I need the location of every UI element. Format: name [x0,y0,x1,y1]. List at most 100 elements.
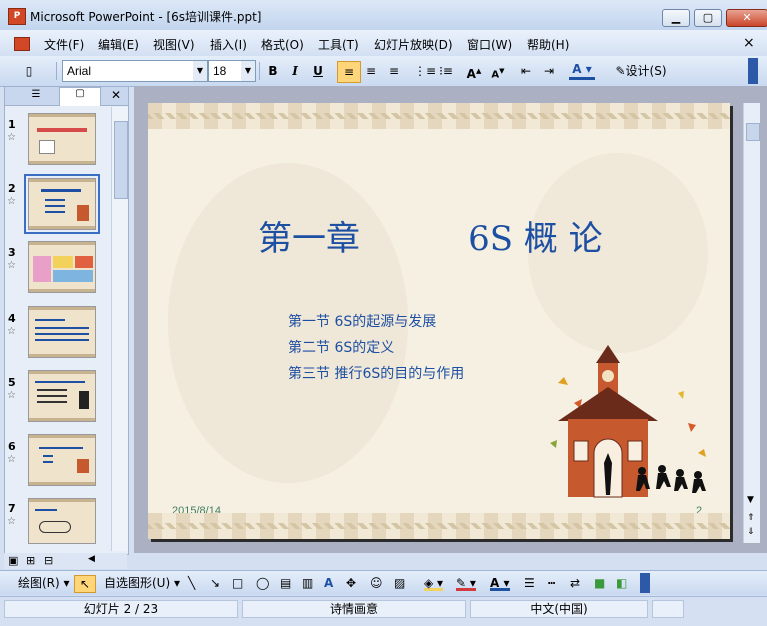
insert-picture-icon[interactable]: ▨ [394,575,405,591]
rectangle-icon[interactable]: □ [232,575,243,591]
align-left-button[interactable]: ≡ [337,61,361,83]
powerpoint-app-icon[interactable]: P [8,8,26,25]
slide-thumbnail-3[interactable] [28,241,96,293]
menu-format[interactable]: 格式(O) [261,36,304,53]
slide-thumbnail-7[interactable] [28,498,96,544]
previous-slide-icon[interactable]: ⇑ [747,513,755,523]
minimize-button[interactable]: ▁ [662,9,690,27]
font-name-value: Arial [67,64,92,78]
slide-canvas[interactable]: 第一章 6S 概 论 第一节 6S的起源与发展 第二节 6S的定义 第三节 推行… [148,103,730,539]
fill-color-icon[interactable]: ◈ ▾ [424,575,444,591]
close-document-button[interactable]: × [743,35,755,51]
menu-window[interactable]: 窗口(W) [467,36,512,53]
scroll-thumb[interactable] [114,121,128,199]
vertical-text-box-icon[interactable]: ▥ [302,575,313,591]
arrow-style-icon[interactable]: ⇄ [570,575,580,591]
bullets-button[interactable]: ⁝≡ [437,61,455,81]
chevron-down-icon[interactable]: ▼ [241,61,255,81]
view-buttons: ▣ ⊞ ⊟ ◀ [4,553,127,569]
animation-star-icon: ☆ [7,132,16,143]
toolbar-options-icon[interactable] [640,573,650,593]
menu-edit[interactable]: 编辑(E) [98,36,139,53]
dash-style-icon[interactable]: ┅ [548,575,555,591]
clip-art-icon[interactable]: ☺ [370,575,383,591]
slide-sorter-view-icon[interactable]: ⊞ [26,554,35,567]
slide-bottom-border-pattern [148,513,730,539]
status-bar: 幻灯片 2 / 23 诗情画意 中文(中国) [0,596,767,626]
font-size-value: 18 [213,64,227,78]
numbering-button[interactable]: ⋮≡ [414,61,436,81]
arrow-icon[interactable]: ↘ [210,575,220,591]
toolbar-options-icon[interactable] [748,58,758,84]
menu-view[interactable]: 视图(V) [153,36,195,53]
font-size-select[interactable]: 18 ▼ [208,60,256,82]
close-window-button[interactable]: ✕ [726,9,767,27]
menu-slideshow[interactable]: 幻灯片放映(D) [374,36,453,53]
font-color-icon[interactable]: A ▾ [490,575,510,591]
slide-number: 5 [8,376,16,389]
autoshapes-menu-button[interactable]: 自选图形(U) ▾ [104,575,180,591]
slide-thumbnail-1[interactable] [28,113,96,165]
scroll-down-icon[interactable]: ▼ [747,495,754,505]
document-icon[interactable] [14,37,30,51]
align-center-button[interactable]: ≡ [362,61,380,81]
outline-tab-icon[interactable]: ☰ [19,89,53,103]
text-box-icon[interactable]: ▤ [280,575,291,591]
shadow-style-icon[interactable]: ■ [594,575,605,591]
menu-tools[interactable]: 工具(T) [318,36,359,53]
section-line-3[interactable]: 第三节 推行6S的目的与作用 [288,363,464,383]
animation-star-icon: ☆ [7,390,16,401]
slide-thumbnail-2[interactable] [24,174,100,234]
close-pane-icon[interactable]: ✕ [111,88,121,102]
status-empty-cell [652,600,684,618]
slide-number: 6 [8,440,16,453]
schoolhouse-clipart[interactable] [538,343,718,503]
3d-style-icon[interactable]: ◧ [616,575,627,591]
design-button[interactable]: ✎设计(S) [609,61,673,81]
new-document-icon[interactable]: ▯ [20,61,38,81]
increase-font-button[interactable]: A▲ [465,61,483,81]
font-name-select[interactable]: Arial ▼ [62,60,208,82]
decrease-font-button[interactable]: A▼ [489,61,507,81]
slide-number: 2 [8,182,16,195]
scroll-left-icon[interactable]: ◀ [88,554,95,564]
normal-view-icon[interactable]: ▣ [8,554,18,567]
slide-scrollbar[interactable]: ▼ ⇑ ⇓ [743,103,760,543]
slide-counter: 幻灯片 2 / 23 [4,600,238,618]
design-template-name: 诗情画意 [242,600,466,618]
maximize-button[interactable]: ▢ [694,9,722,27]
select-pointer-icon[interactable]: ↖ [74,575,96,593]
draw-menu-button[interactable]: 绘图(R) ▾ [18,575,70,591]
window-title: Microsoft PowerPoint - [6s培训课件.ppt] [30,10,262,24]
slideshow-view-icon[interactable]: ⊟ [44,554,53,567]
decrease-indent-button[interactable]: ⇤ [517,61,535,81]
italic-button[interactable]: I [286,61,304,81]
slides-tab-icon[interactable]: ▢ [59,87,101,106]
section-line-2[interactable]: 第二节 6S的定义 [288,337,394,357]
menu-file[interactable]: 文件(F) [44,36,84,53]
line-color-icon[interactable]: ✎ ▾ [456,575,476,591]
drawing-toolbar: 绘图(R) ▾ ↖ 自选图形(U) ▾ ╲ ↘ □ ◯ ▤ ▥ A ✥ ☺ ▨ … [0,570,767,595]
font-color-button[interactable]: A ▾ [569,61,595,80]
line-icon[interactable]: ╲ [188,575,195,591]
align-right-button[interactable]: ≡ [385,61,403,81]
menu-insert[interactable]: 插入(I) [210,36,247,53]
oval-icon[interactable]: ◯ [256,575,269,591]
slide-thumbnail-5[interactable] [28,370,96,422]
underline-button[interactable]: U [309,61,327,81]
slide-thumbnail-6[interactable] [28,434,96,486]
increase-indent-button[interactable]: ⇥ [540,61,558,81]
wordart-icon[interactable]: A [324,575,333,591]
menu-bar: 文件(F) 编辑(E) 视图(V) 插入(I) 格式(O) 工具(T) 幻灯片放… [0,30,767,57]
slide-title[interactable]: 第一章 6S 概 论 [258,211,718,260]
chevron-down-icon[interactable]: ▼ [193,61,207,81]
bold-button[interactable]: B [264,61,282,81]
slide-thumbnail-4[interactable] [28,306,96,358]
menu-help[interactable]: 帮助(H) [527,36,569,53]
next-slide-icon[interactable]: ⇓ [747,527,755,537]
section-line-1[interactable]: 第一节 6S的起源与发展 [288,311,436,331]
scroll-thumb[interactable] [746,123,760,141]
thumbnails-scrollbar[interactable] [111,107,128,551]
line-style-icon[interactable]: ☰ [524,575,535,591]
diagram-icon[interactable]: ✥ [346,575,356,591]
